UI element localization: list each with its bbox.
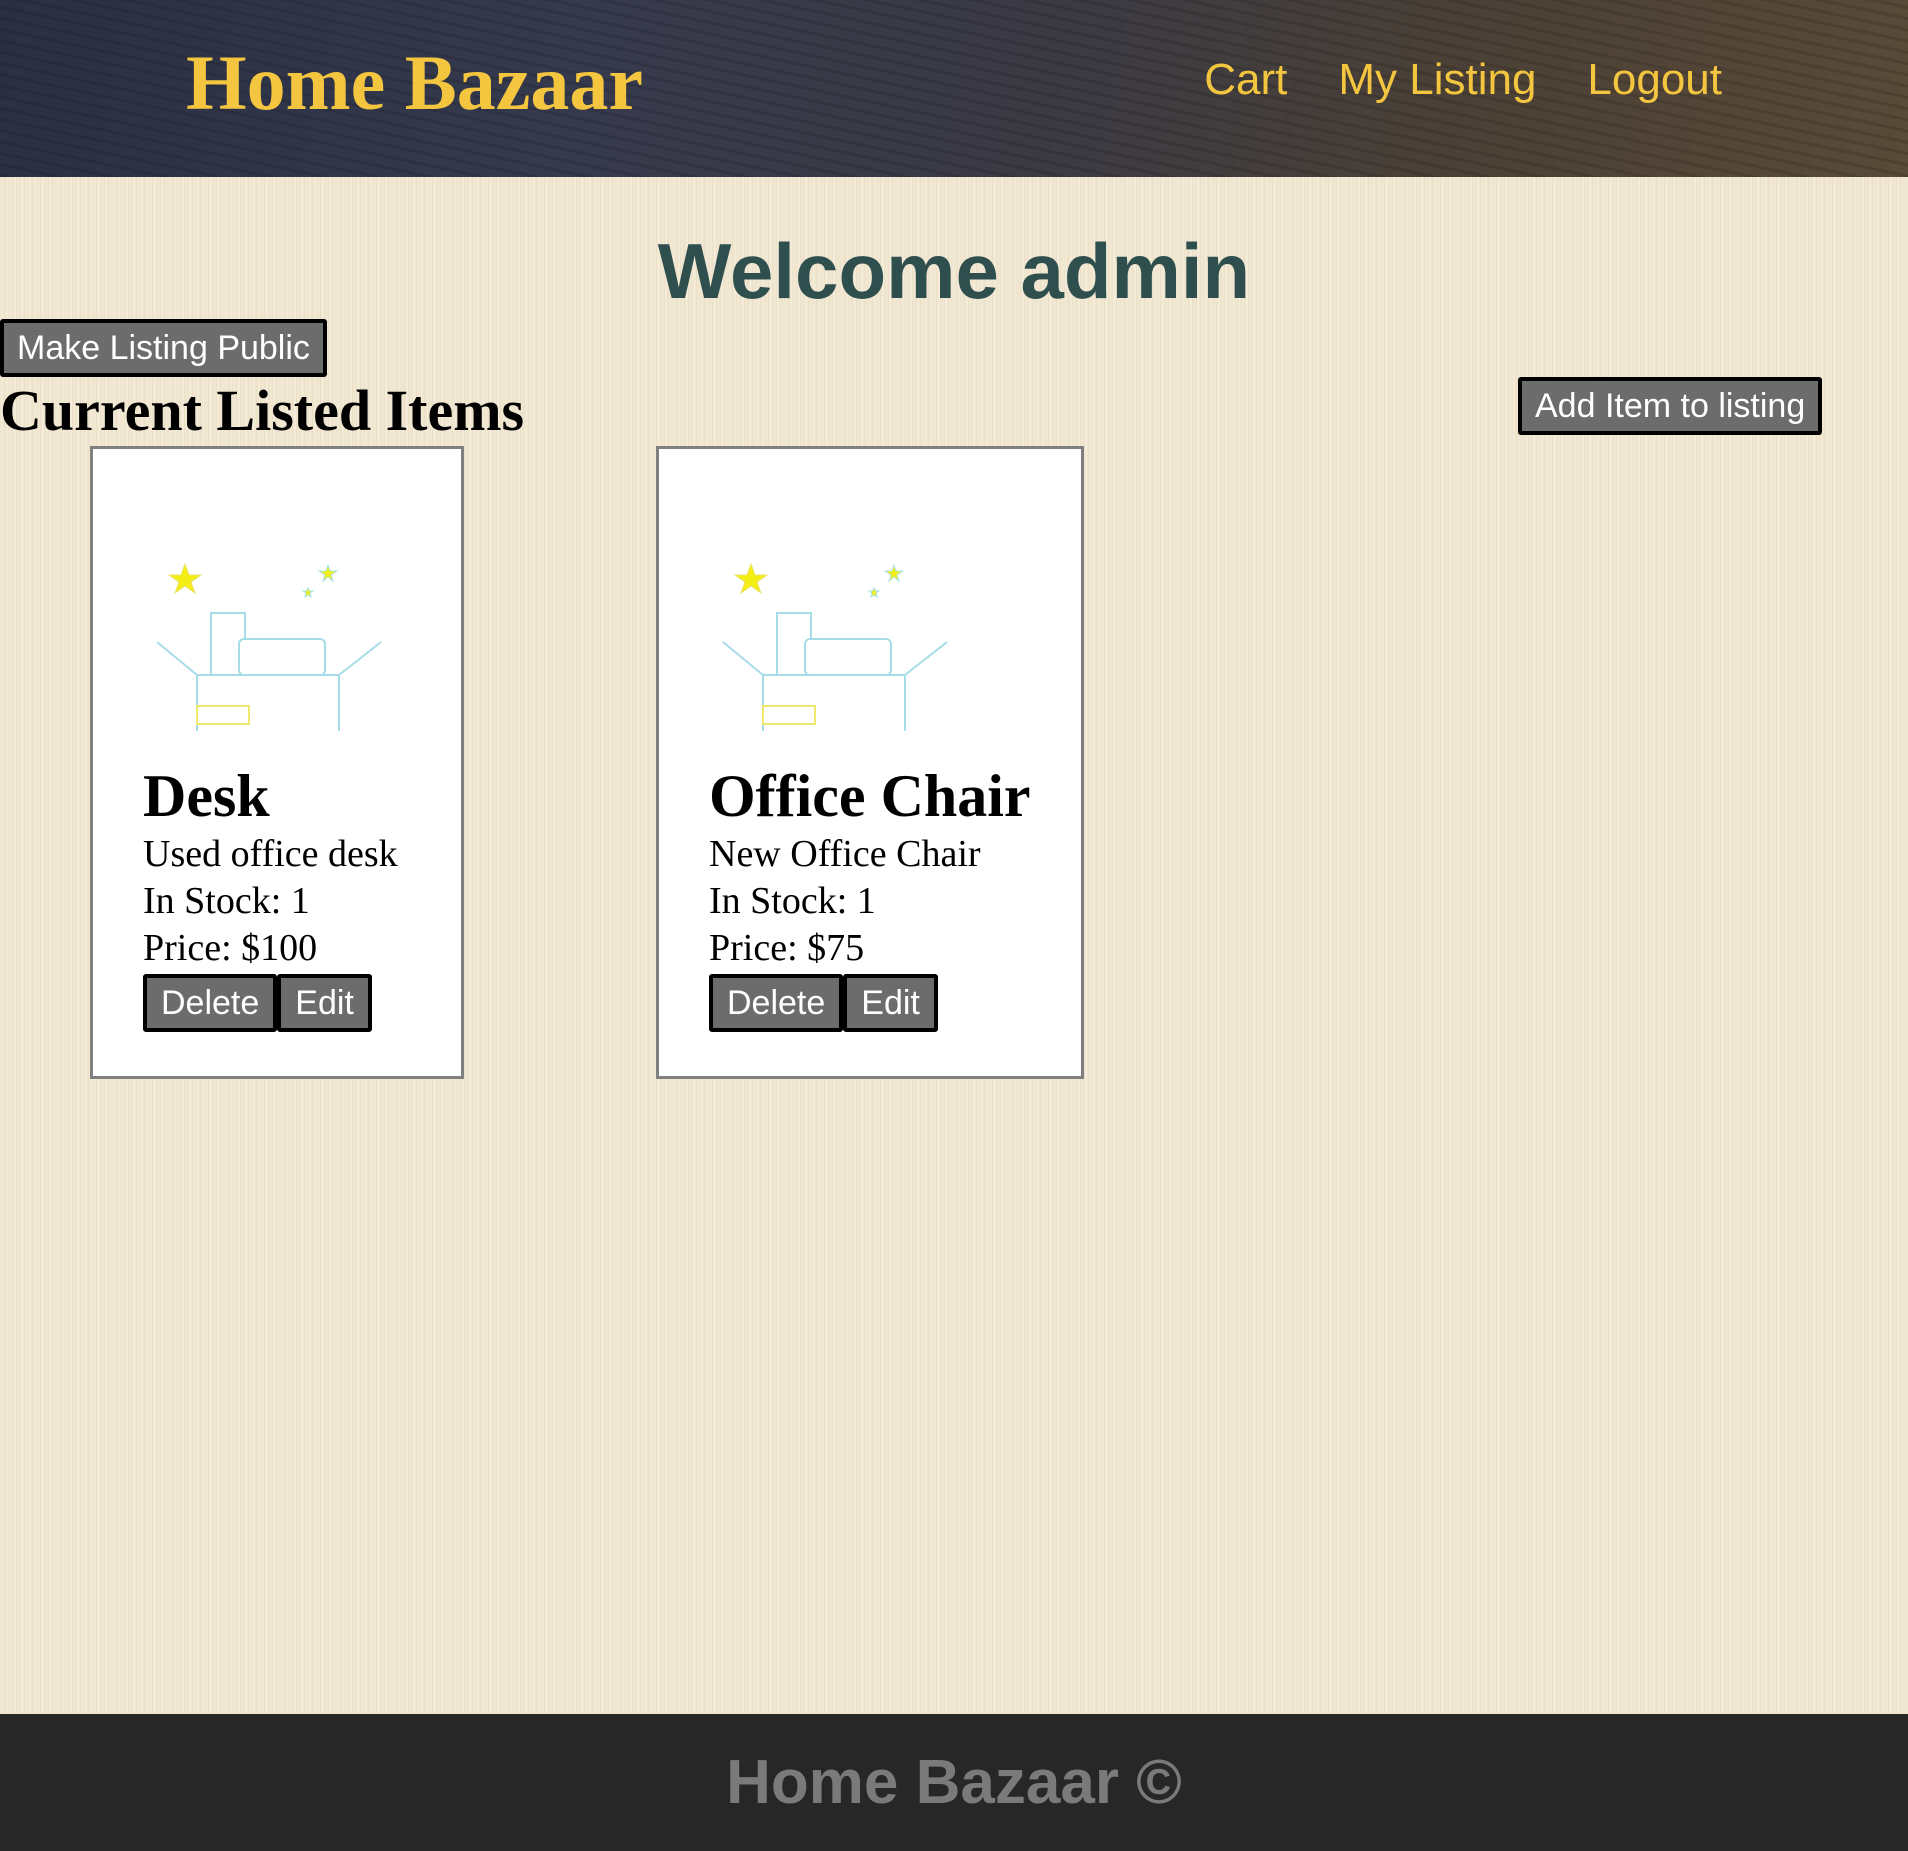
delete-button[interactable]: Delete — [143, 974, 278, 1032]
add-item-button[interactable]: Add Item to listing — [1518, 377, 1823, 435]
make-listing-public-button[interactable]: Make Listing Public — [0, 319, 327, 377]
open-box-icon — [722, 562, 948, 731]
nav-cart-link[interactable]: Cart — [1204, 52, 1287, 108]
brand-logo[interactable]: Home Bazaar — [186, 38, 643, 128]
star-medium — [883, 563, 905, 583]
footer-text: Home Bazaar © — [726, 1748, 1182, 1817]
site-header: Home Bazaar Cart My Listing Logout — [0, 0, 1908, 177]
item-description: Used office desk — [143, 833, 398, 875]
item-card: Desk Used office desk In Stock: 1 Price:… — [90, 446, 464, 1079]
welcome-heading: Welcome admin — [657, 227, 1251, 315]
open-box-icon — [156, 562, 382, 731]
main-nav: Cart My Listing Logout — [1204, 52, 1722, 108]
edit-button[interactable]: Edit — [843, 974, 938, 1032]
section-title: Current Listed Items — [0, 378, 525, 443]
item-description: New Office Chair — [709, 833, 981, 875]
star-medium — [317, 563, 339, 583]
item-actions: Delete Edit — [143, 974, 398, 1032]
item-stock: In Stock: 1 — [143, 880, 310, 922]
site-footer: Home Bazaar © — [0, 1714, 1908, 1851]
item-name: Office Chair — [709, 763, 1031, 829]
star-large — [167, 562, 203, 595]
nav-logout-link[interactable]: Logout — [1587, 52, 1722, 108]
star-large — [733, 562, 769, 595]
delete-button[interactable]: Delete — [709, 974, 844, 1032]
item-card: Office Chair New Office Chair In Stock: … — [656, 446, 1084, 1079]
item-price: Price: $75 — [709, 927, 865, 969]
edit-button[interactable]: Edit — [277, 974, 372, 1032]
item-info: Office Chair New Office Chair In Stock: … — [709, 761, 1031, 1032]
item-stock: In Stock: 1 — [709, 880, 876, 922]
nav-my-listing-link[interactable]: My Listing — [1338, 52, 1536, 108]
item-info: Desk Used office desk In Stock: 1 Price:… — [143, 761, 398, 1032]
star-small — [301, 586, 315, 599]
item-price: Price: $100 — [143, 927, 318, 969]
item-actions: Delete Edit — [709, 974, 1031, 1032]
item-name: Desk — [143, 763, 270, 829]
star-small — [867, 586, 881, 599]
